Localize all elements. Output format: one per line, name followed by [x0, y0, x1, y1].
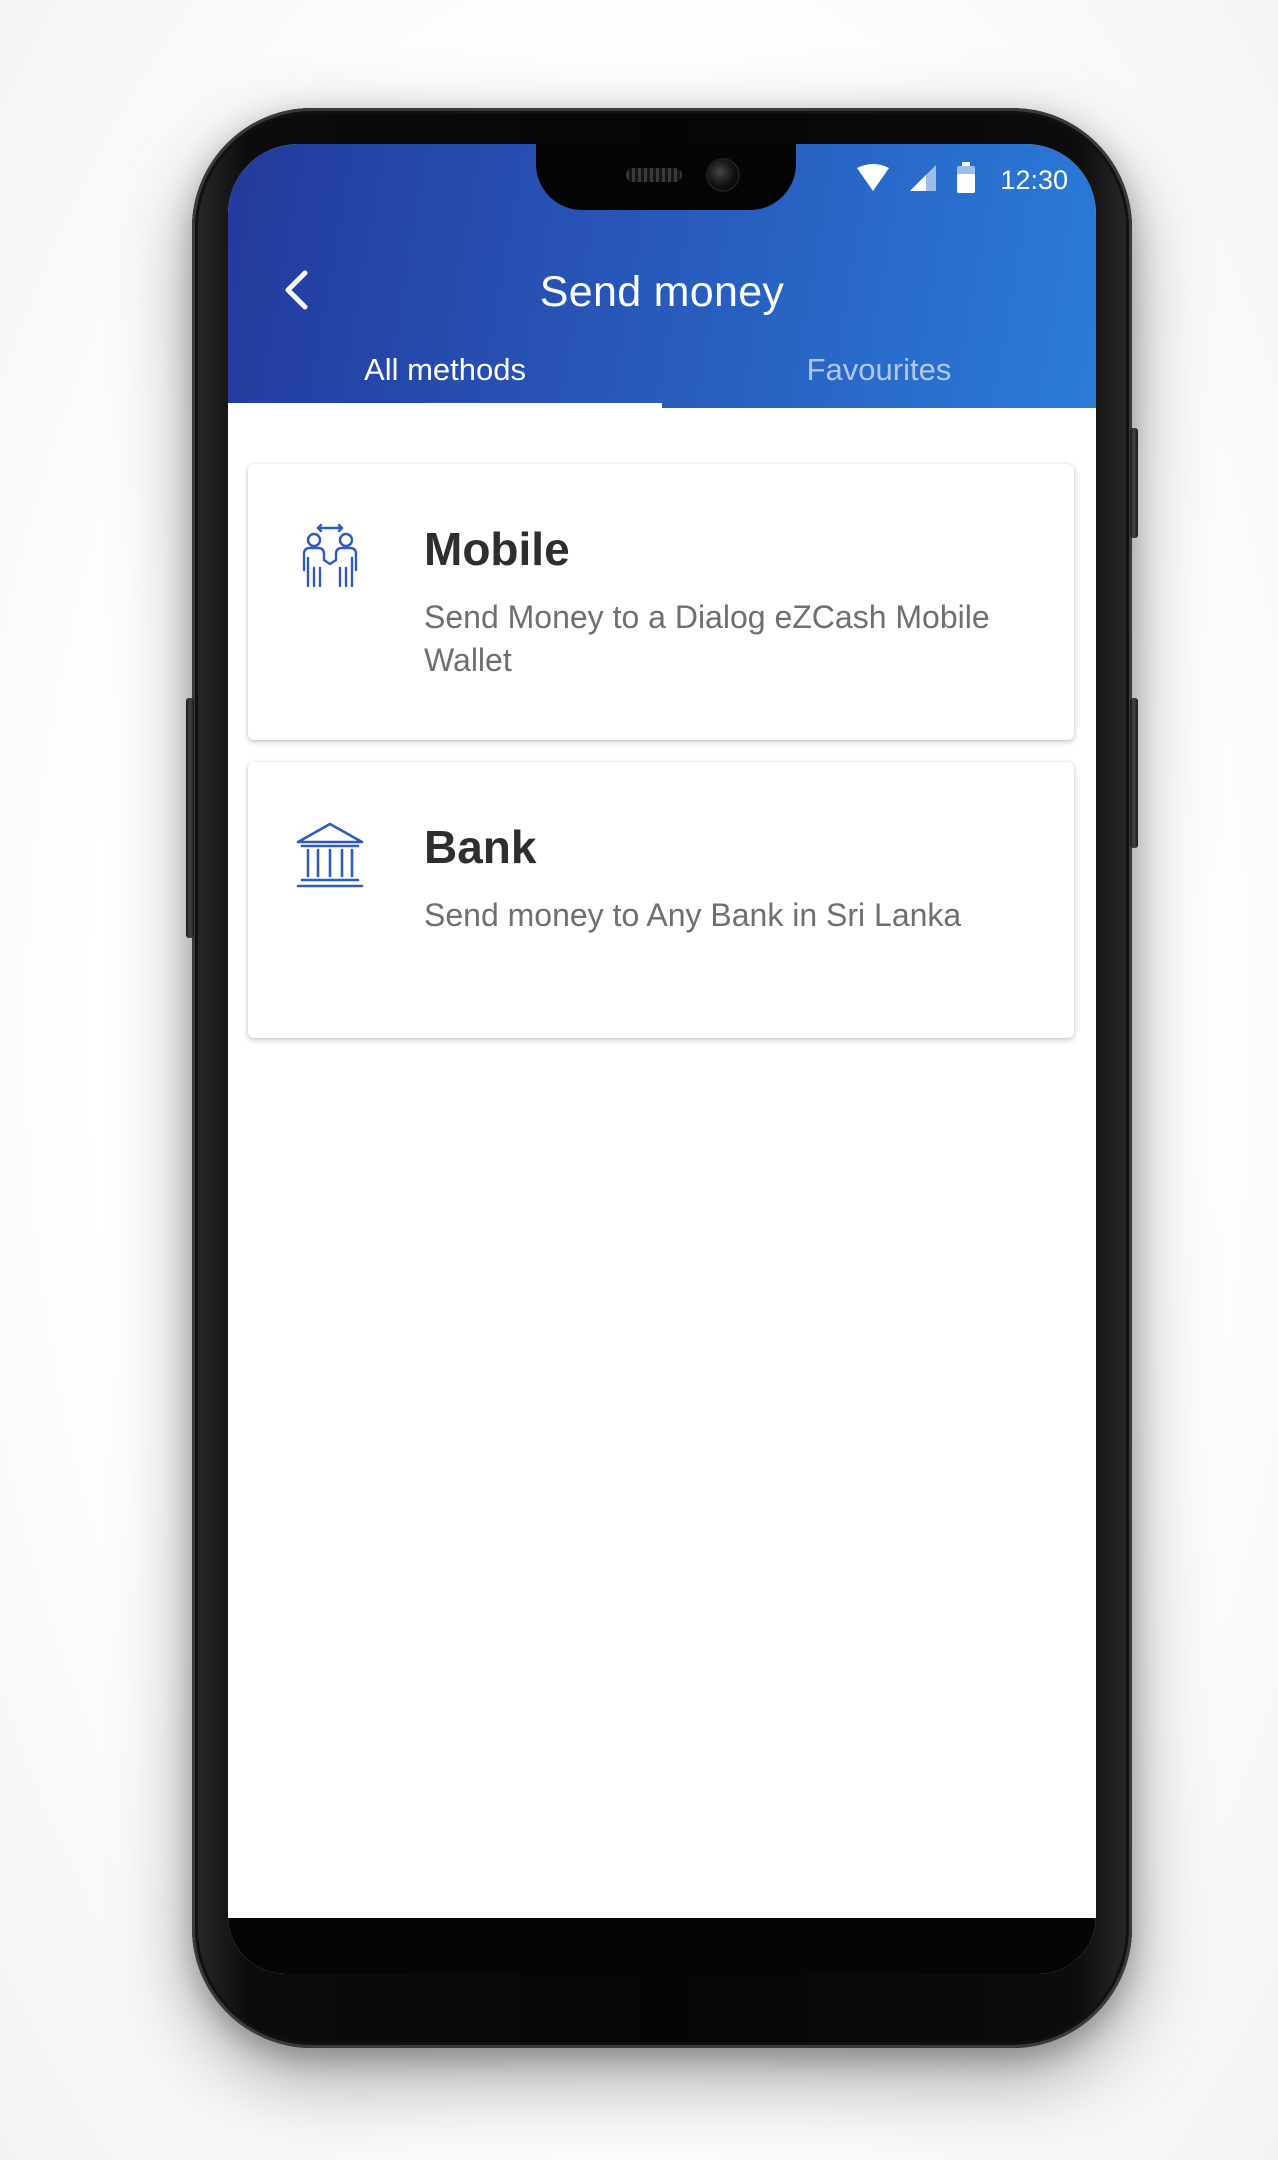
tab-all-methods[interactable]: All methods	[228, 336, 662, 408]
volume-button	[186, 698, 194, 938]
toolbar: Send money	[228, 244, 1096, 340]
tab-favourites[interactable]: Favourites	[662, 336, 1096, 408]
method-card-bank[interactable]: Bank Send money to Any Bank in Sri Lanka	[248, 762, 1074, 1038]
front-camera	[708, 160, 738, 190]
page-title: Send money	[539, 268, 785, 316]
status-time: 12:30	[1000, 164, 1068, 195]
method-list: Mobile Send Money to a Dialog eZCash Mob…	[248, 464, 1074, 1060]
battery-icon	[956, 162, 976, 198]
phone-screen: 12:30 Send money All methods Favourites …	[228, 144, 1096, 1974]
cell-signal-icon	[908, 163, 938, 197]
people-transfer-icon	[292, 520, 368, 596]
method-card-mobile[interactable]: Mobile Send Money to a Dialog eZCash Mob…	[248, 464, 1074, 740]
phone-frame: 12:30 Send money All methods Favourites …	[186, 108, 1138, 2048]
power-button	[1130, 698, 1138, 848]
earpiece-speaker	[626, 168, 682, 182]
stage: 12:30 Send money All methods Favourites …	[0, 0, 1278, 2160]
app-header: 12:30 Send money All methods Favourites	[228, 144, 1096, 408]
camera-notch	[536, 144, 796, 210]
status-bar: 12:30	[856, 160, 1068, 200]
wifi-icon	[856, 164, 890, 196]
method-title: Mobile	[424, 523, 570, 575]
method-description: Send Money to a Dialog eZCash Mobile Wal…	[424, 599, 990, 678]
tab-bar: All methods Favourites	[228, 336, 1096, 408]
screen-bottom-bezel	[228, 1918, 1096, 1974]
alert-slider	[1130, 428, 1138, 538]
bank-icon	[292, 818, 368, 894]
method-description: Send money to Any Bank in Sri Lanka	[424, 897, 962, 933]
method-title: Bank	[424, 821, 537, 873]
